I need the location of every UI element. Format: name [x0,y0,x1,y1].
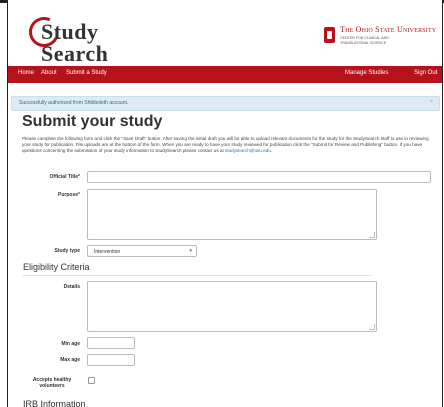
chevron-down-icon: ▾ [189,248,192,254]
logo-word-search: Search [41,41,109,66]
contact-email-link[interactable]: studysearch@osu.edu [225,148,271,153]
accepts-healthy-label-line2: volunteers [39,383,65,389]
accepts-healthy-label: Accepts healthy volunteers [22,377,82,389]
alert-text: Successfully authorized from Shibboleth … [19,100,129,106]
max-age-label: Max age [60,357,80,363]
osu-name: The Ohio State University [340,25,437,34]
browser-page: Study Search The Ohio State University C… [7,0,443,407]
purpose-textarea[interactable] [87,189,377,240]
section-divider [22,275,372,276]
details-label: Details [63,284,80,290]
nav-home-link[interactable]: Home [18,70,34,76]
osu-subtitle-line1: CENTER FOR CLINICAL AND [340,36,389,40]
page-title: Submit your study [22,113,163,130]
accepts-healthy-checkbox[interactable] [88,377,95,384]
osu-subtitle: CENTER FOR CLINICAL AND TRANSLATIONAL SC… [340,36,389,45]
nav-manage-studies-link[interactable]: Manage Studies [345,70,388,76]
official-title-input[interactable] [87,171,431,183]
nav-submit-study-link[interactable]: Submit a Study [66,70,107,76]
osu-block-o-icon [324,27,335,43]
min-age-label: Min age [61,341,80,347]
purpose-label: Purpose* [58,192,80,198]
main-nav: Home About Submit a Study Manage Studies… [8,66,442,83]
nav-about-link[interactable]: About [41,70,57,76]
success-alert: Successfully authorized from Shibboleth … [11,96,440,111]
studysearch-logo[interactable]: Study Search [24,12,109,66]
min-age-input[interactable] [87,337,135,349]
study-type-value: Intervention [94,249,121,255]
official-title-label: Official Title* [49,174,80,180]
eligibility-heading: Eligibility Criteria [23,262,90,272]
intro-end: . [270,148,273,154]
eligibility-details-textarea[interactable] [87,281,377,332]
osu-logo[interactable]: The Ohio State University CENTER FOR CLI… [324,25,438,51]
resize-handle-icon[interactable] [369,232,375,238]
osu-subtitle-line2: TRANSLATIONAL SCIENCE [340,40,387,45]
irb-heading: IRB Information [23,399,86,407]
nav-sign-out-link[interactable]: Sign Out [414,70,437,76]
intro-paragraph: Please complete the following form and c… [22,136,437,154]
resize-handle-icon[interactable] [369,324,375,330]
study-type-label: Study type [54,248,80,254]
study-type-select[interactable]: Intervention ▾ [87,245,197,257]
max-age-input[interactable] [87,354,135,366]
alert-close-icon[interactable]: × [429,99,433,105]
